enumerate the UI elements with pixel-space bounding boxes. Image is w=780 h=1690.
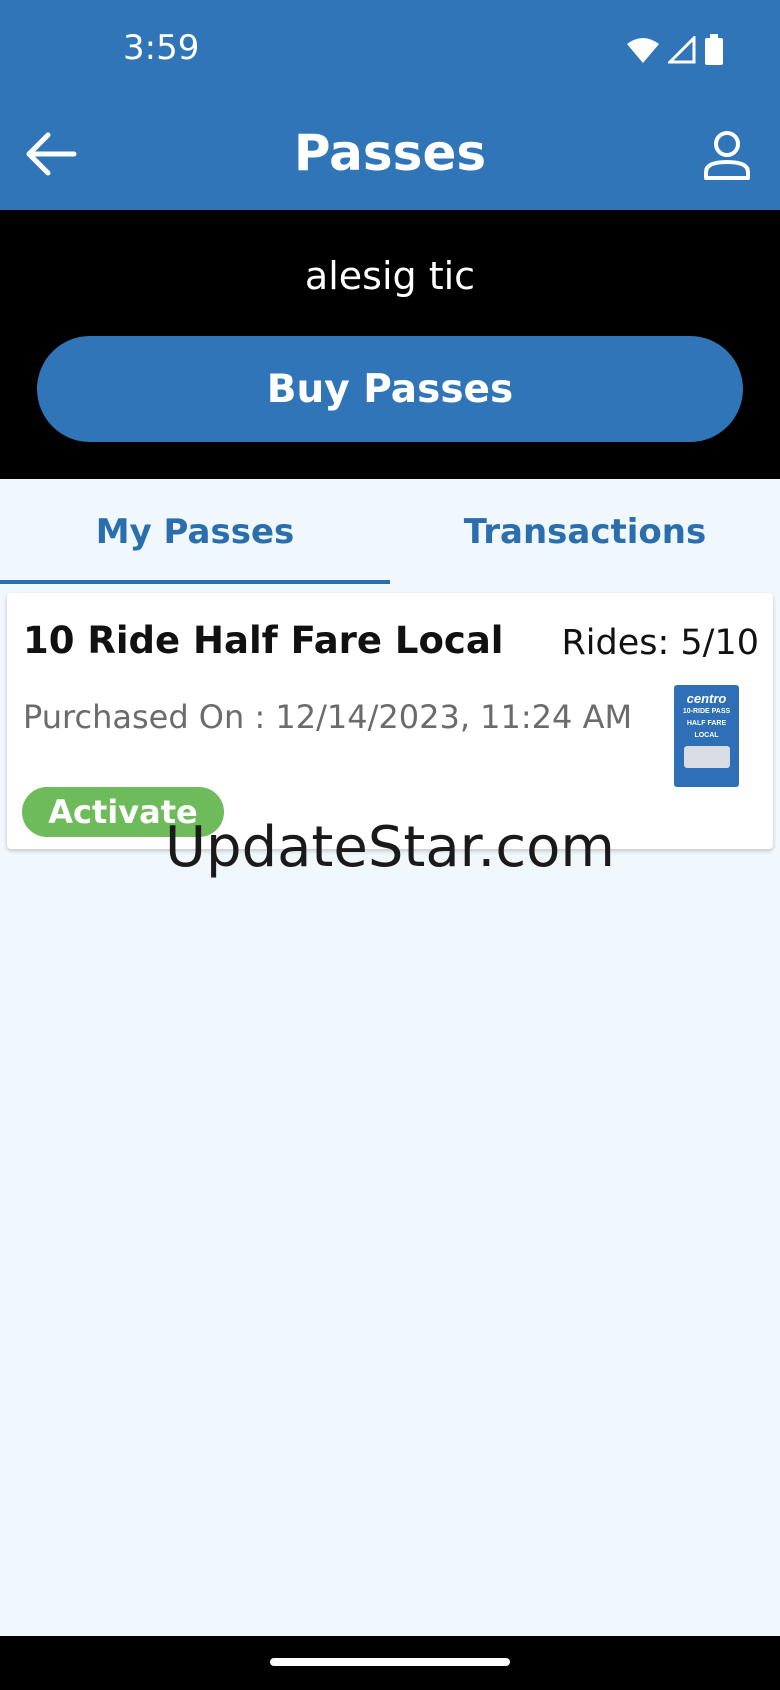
tab-selected-indicator <box>0 580 390 584</box>
system-nav-bar <box>0 1636 780 1690</box>
bus-icon <box>683 746 730 768</box>
pass-thumbnail: centro 10-RIDE PASS HALF FARE LOCAL <box>674 685 739 787</box>
thumbnail-line-1: 10-RIDE PASS <box>682 708 731 715</box>
thumbnail-line-3: LOCAL <box>694 732 719 739</box>
thumbnail-brand: centro <box>686 691 727 706</box>
watermark: UpdateStar.com <box>165 815 615 880</box>
battery-icon <box>705 34 723 65</box>
pass-card[interactable]: 10 Ride Half Fare Local Rides: 5/10 Purc… <box>7 593 773 849</box>
status-icons <box>626 34 724 66</box>
pass-rides: Rides: 5/10 <box>561 623 759 663</box>
home-handle[interactable] <box>270 1658 510 1666</box>
user-name: alesig tic <box>304 254 476 298</box>
profile-button[interactable] <box>700 128 754 182</box>
tab-my-passes[interactable]: My Passes <box>0 479 390 585</box>
tab-transactions[interactable]: Transactions <box>390 479 780 585</box>
cell-signal-icon <box>668 36 696 64</box>
thumbnail-line-2: HALF FARE <box>686 720 727 727</box>
page-title: Passes <box>293 124 487 182</box>
status-time: 3:59 <box>123 28 200 68</box>
tab-bar: My Passes Transactions <box>0 479 780 585</box>
pass-purchase-date: Purchased On : 12/14/2023, 11:24 AM <box>23 698 633 736</box>
wifi-icon <box>627 38 659 63</box>
app-header: 3:59 Passes <box>0 0 780 210</box>
person-icon <box>704 131 750 180</box>
buy-passes-button[interactable]: Buy Passes <box>37 336 743 442</box>
user-panel: alesig tic Buy Passes <box>0 210 780 479</box>
pass-name: 10 Ride Half Fare Local <box>23 619 504 662</box>
